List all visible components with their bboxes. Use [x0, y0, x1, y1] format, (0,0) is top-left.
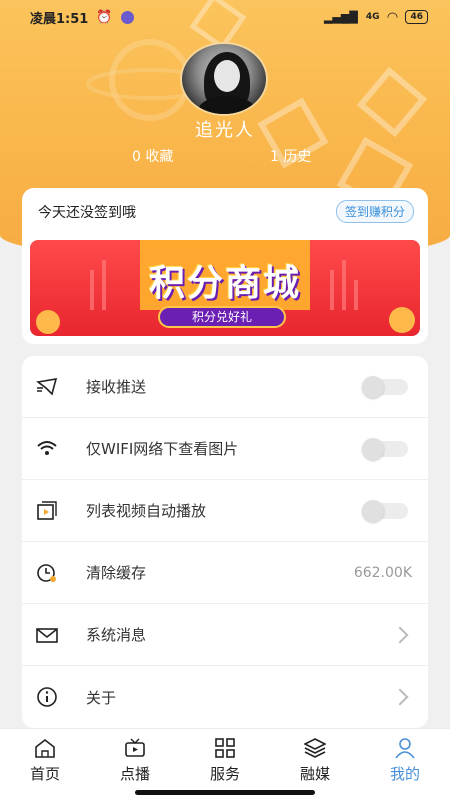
tab-label: 我的 — [389, 765, 420, 783]
avatar[interactable] — [180, 42, 268, 116]
checkin-button[interactable]: 签到赚积分 — [335, 200, 414, 223]
settings-label: 关于 — [86, 688, 117, 707]
alarm-icon: ⏰ — [96, 9, 113, 25]
wifi-icon — [37, 440, 57, 455]
status-bar: 凌晨1:51 ⏰ ▂▄▆█ 4G ◠ 46 — [0, 0, 450, 34]
settings-row-autoplay[interactable]: 列表视频自动播放 — [22, 480, 428, 542]
send-icon — [36, 377, 58, 396]
username[interactable]: 追光人 — [0, 116, 450, 142]
clock-icon — [37, 563, 56, 582]
status-time: 凌晨1:51 — [30, 11, 89, 27]
settings-row-push[interactable]: 接收推送 — [22, 356, 428, 418]
settings-row-about[interactable]: 关于 — [22, 666, 428, 728]
settings-label: 系统消息 — [86, 626, 147, 644]
banner-title: 积分商城 — [148, 263, 301, 304]
chevron-right-icon — [391, 688, 409, 706]
cache-size: 662.00K — [353, 564, 412, 581]
checkin-title: 今天还没签到哦 — [38, 205, 136, 221]
tab-label: 服务 — [209, 765, 240, 783]
mail-icon — [36, 627, 58, 643]
wifi-only-toggle[interactable] — [362, 437, 408, 460]
settings-label: 列表视频自动播放 — [86, 502, 207, 520]
chevron-right-icon — [391, 626, 409, 643]
tab-label: 首页 — [29, 765, 60, 783]
tab-mine[interactable]: 我的 — [370, 733, 440, 784]
push-toggle[interactable] — [362, 375, 408, 398]
home-icon — [35, 738, 55, 758]
tab-vod[interactable]: 点播 — [100, 733, 170, 784]
settings-row-messages[interactable]: 系统消息 — [22, 604, 428, 666]
settings-list: 接收推送 仅WIFI网络下查看图片 列表视频自动播放 清除缓存 662.00K … — [22, 356, 428, 728]
network-type: 4G — [365, 12, 380, 22]
user-icon — [395, 738, 415, 759]
tv-icon — [125, 738, 145, 757]
settings-row-wifi[interactable]: 仅WIFI网络下查看图片 — [22, 418, 428, 480]
video-play-icon — [37, 500, 57, 520]
history-count[interactable]: 1 历史 — [270, 146, 311, 166]
layers-icon — [304, 738, 326, 758]
grid-icon — [215, 738, 235, 758]
tab-home[interactable]: 首页 — [10, 733, 80, 784]
banner-subtitle: 积分兑好礼 — [158, 306, 286, 328]
tab-label: 点播 — [119, 765, 150, 783]
favorites-count[interactable]: 0 收藏 — [132, 146, 173, 166]
tab-label: 融媒 — [299, 765, 330, 783]
tab-service[interactable]: 服务 — [190, 733, 260, 784]
autoplay-toggle[interactable] — [362, 499, 408, 522]
wifi-status-icon: ◠ — [387, 9, 398, 25]
battery-indicator: 46 — [405, 10, 428, 24]
download-icon — [120, 10, 134, 24]
settings-label: 清除缓存 — [86, 564, 147, 582]
checkin-card: 今天还没签到哦 签到赚积分 积分商城 积分兑好礼 — [22, 188, 428, 344]
points-mall-banner[interactable]: 积分商城 积分兑好礼 — [30, 240, 420, 336]
settings-row-cache[interactable]: 清除缓存 662.00K — [22, 542, 428, 604]
settings-label: 接收推送 — [86, 378, 147, 396]
settings-label: 仅WIFI网络下查看图片 — [86, 440, 239, 458]
signal-icon: ▂▄▆█ — [323, 10, 358, 24]
tab-media[interactable]: 融媒 — [280, 733, 350, 784]
info-icon — [37, 687, 57, 707]
home-indicator[interactable] — [135, 790, 315, 795]
